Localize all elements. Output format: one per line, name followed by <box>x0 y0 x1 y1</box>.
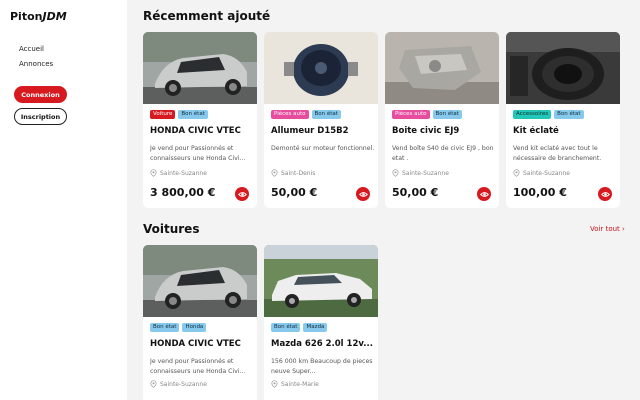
category-tag: Pièces auto <box>271 110 309 119</box>
listing-card[interactable]: Accessoires Bon état Kit éclaté Vend kit… <box>506 32 620 208</box>
listing-photo <box>143 32 257 104</box>
listing-description: Vend boîte S40 de civic EJ9 , bon etat . <box>392 145 494 162</box>
listing-title: Allumeur D15B2 <box>271 126 349 136</box>
listing-photo <box>143 245 257 317</box>
category-tag: Pièces auto <box>392 110 430 119</box>
listing-photo <box>385 32 499 104</box>
location-text: Sainte-Suzanne <box>402 169 449 177</box>
location-pin-icon <box>392 169 399 177</box>
listing-description: Je vend pour Passionnés et connaisseurs … <box>150 145 246 162</box>
section-title-recent: Récemment ajouté <box>143 9 271 23</box>
location-text: Sainte-Marie <box>281 380 319 388</box>
listing-description: Demonté sur moteur fonctionnel. <box>271 145 375 152</box>
view-button[interactable] <box>235 187 249 201</box>
listing-card[interactable]: Bon état Honda HONDA CIVIC VTEC Je vend … <box>143 245 257 400</box>
view-button[interactable] <box>477 187 491 201</box>
section-title-cars: Voitures <box>143 222 200 236</box>
category-tag: Accessoires <box>513 110 552 119</box>
location-pin-icon <box>513 169 520 177</box>
listing-photo <box>264 245 378 317</box>
listing-card[interactable]: Pièces auto Bon état Boite civic EJ9 Ven… <box>385 32 499 208</box>
site-logo[interactable]: PitonJDM <box>10 10 67 23</box>
listing-title: Mazda 626 2.0l 12v... <box>271 339 373 349</box>
listing-price: 3 800,00 € <box>150 186 216 199</box>
nav-accueil[interactable]: Accueil <box>19 45 44 53</box>
listing-price: 50,00 € <box>271 186 318 199</box>
eye-icon <box>600 191 610 197</box>
logo-text: Piton <box>10 10 43 23</box>
location-text: Sainte-Suzanne <box>523 169 570 177</box>
listing-price: 50,00 € <box>392 186 439 199</box>
condition-tag: Bon état <box>554 110 584 119</box>
eye-icon <box>237 191 247 197</box>
location-text: Sainte-Suzanne <box>160 380 207 388</box>
listing-description: 156 000 km Beaucoup de pieces neuve Supe… <box>271 358 373 375</box>
listing-title: Boite civic EJ9 <box>392 126 460 136</box>
location-pin-icon <box>271 169 278 177</box>
listing-location: Sainte-Suzanne <box>150 169 207 177</box>
location-pin-icon <box>271 380 278 388</box>
logo-text-italic: JDM <box>42 10 67 23</box>
eye-icon <box>358 191 368 197</box>
signup-button[interactable]: Inscription <box>14 108 67 125</box>
condition-tag: Bon état <box>311 110 341 119</box>
condition-tag: Bon état <box>150 323 180 332</box>
listing-price: 100,00 € <box>513 186 567 199</box>
listing-title: Kit éclaté <box>513 126 559 136</box>
listing-card[interactable]: Bon état Mazda Mazda 626 2.0l 12v... 156… <box>264 245 378 400</box>
listing-description: Je vend pour Passionnés et connaisseurs … <box>150 358 246 375</box>
location-pin-icon <box>150 169 157 177</box>
listing-photo <box>506 32 620 104</box>
listing-photo <box>264 32 378 104</box>
listing-location: Sainte-Marie <box>271 380 319 388</box>
listing-location: Sainte-Suzanne <box>513 169 570 177</box>
sidebar: PitonJDM Accueil Annonces Connexion Insc… <box>0 0 127 400</box>
category-tag: Voiture <box>150 110 176 119</box>
brand-tag: Honda <box>182 323 207 332</box>
listing-description: Vend kit eclaté avec tout le nécessaire … <box>513 145 602 162</box>
nav-annonces[interactable]: Annonces <box>19 60 53 68</box>
location-pin-icon <box>150 380 157 388</box>
listing-title: HONDA CIVIC VTEC <box>150 126 241 136</box>
listing-location: Saint-Denis <box>271 169 315 177</box>
see-all-label: Voir tout <box>590 225 620 233</box>
see-all-link[interactable]: Voir tout › <box>590 225 625 233</box>
view-button[interactable] <box>356 187 370 201</box>
listing-location: Sainte-Suzanne <box>150 380 207 388</box>
brand-tag: Mazda <box>303 323 328 332</box>
login-button[interactable]: Connexion <box>14 86 67 103</box>
listing-title: HONDA CIVIC VTEC <box>150 339 241 349</box>
location-text: Sainte-Suzanne <box>160 169 207 177</box>
location-text: Saint-Denis <box>281 169 316 177</box>
listing-location: Sainte-Suzanne <box>392 169 449 177</box>
condition-tag: Bon état <box>432 110 462 119</box>
condition-tag: Bon état <box>271 323 301 332</box>
listing-card[interactable]: Voiture Bon état HONDA CIVIC VTEC Je ven… <box>143 32 257 208</box>
condition-tag: Bon état <box>178 110 208 119</box>
eye-icon <box>479 191 489 197</box>
listing-card[interactable]: Pièces auto Bon état Allumeur D15B2 Demo… <box>264 32 378 208</box>
view-button[interactable] <box>598 187 612 201</box>
chevron-right-icon: › <box>622 225 625 233</box>
